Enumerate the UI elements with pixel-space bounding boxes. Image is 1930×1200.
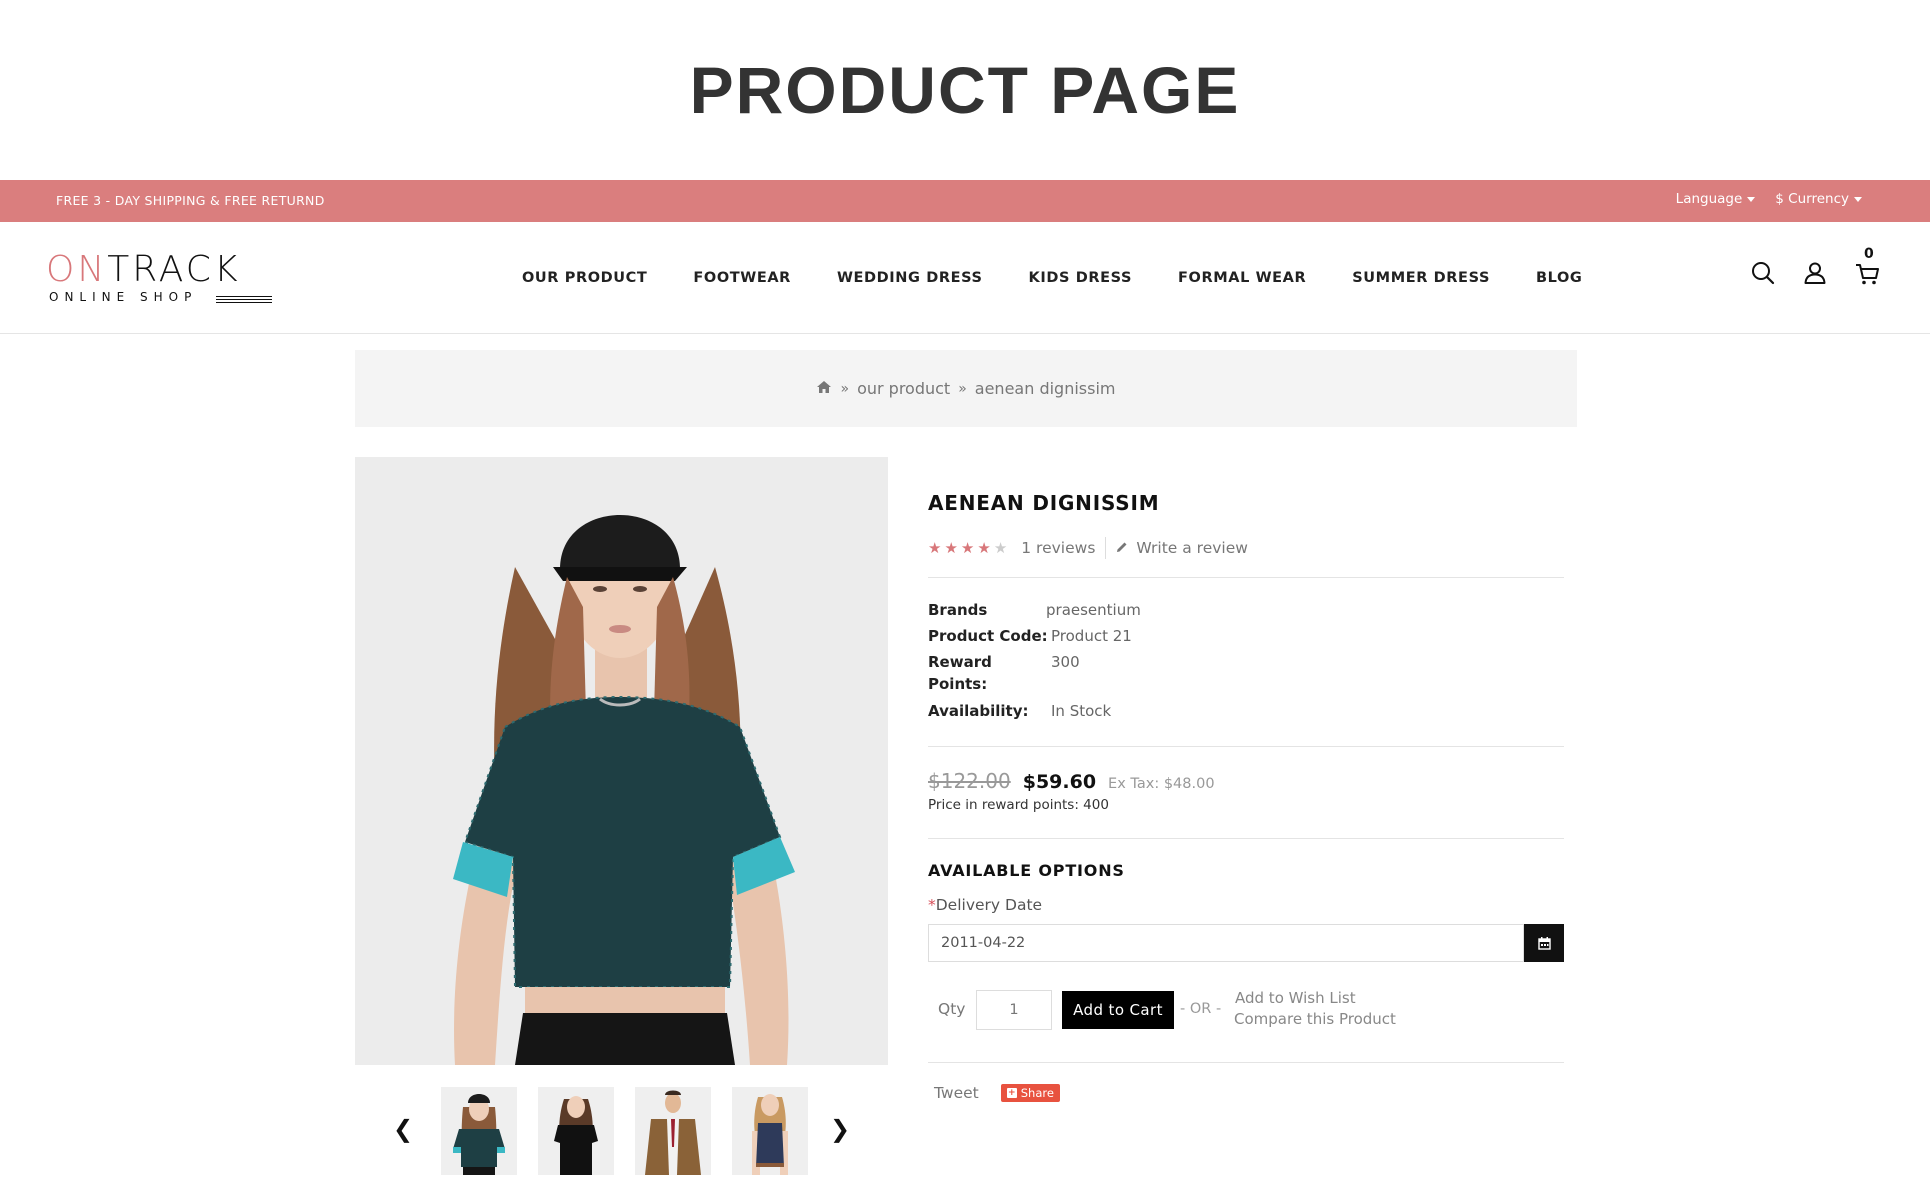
nav-summer-dress[interactable]: SUMMER DRESS: [1352, 270, 1490, 286]
reward-points-price: Price in reward points: 400: [928, 797, 1109, 813]
reward-label-line2: Points:: [928, 675, 988, 693]
nav-blog[interactable]: BLOG: [1536, 270, 1582, 286]
purchase-row: Qty Add to Cart - OR - Add to Wish List …: [928, 989, 1564, 1030]
cart-count-badge: 0: [1864, 246, 1874, 262]
nav-our-product[interactable]: OUR PRODUCT: [522, 270, 647, 286]
tweet-button[interactable]: Tweet: [934, 1084, 979, 1102]
calendar-icon: [1537, 936, 1551, 950]
product-title: AENEAN DIGNISSIM: [928, 491, 1160, 515]
breadcrumb: » our product » aenean dignissim: [355, 350, 1577, 427]
write-review-link[interactable]: Write a review: [1136, 539, 1248, 557]
add-to-wishlist-link[interactable]: Add to Wish List: [1235, 989, 1356, 1007]
compare-product-link[interactable]: Compare this Product: [1234, 1010, 1396, 1028]
language-dropdown[interactable]: Language: [1676, 191, 1756, 207]
site-header: ONTRACK ONLINE SHOP OUR PRODUCT FOOTWEAR…: [0, 222, 1930, 334]
divider: [928, 577, 1564, 578]
availability-label: Availability:: [928, 702, 1029, 720]
current-price: $59.60: [1022, 771, 1097, 793]
or-separator: - OR -: [1180, 1001, 1222, 1017]
topbar-dropdowns: Language $ Currency: [1676, 191, 1862, 207]
nav-kids-dress[interactable]: KIDS DRESS: [1029, 270, 1133, 286]
site-logo[interactable]: ONTRACK ONLINE SHOP: [46, 252, 276, 304]
product-code-label: Product Code:: [928, 627, 1048, 645]
delivery-date-input[interactable]: [928, 924, 1524, 962]
delivery-date-label: *Delivery Date: [928, 896, 1043, 914]
star-icon: ★: [960, 539, 975, 557]
reward-label-line1: Reward: [928, 653, 992, 671]
rating-row: ★ ★ ★ ★ ★ 1 reviews Write a review: [928, 537, 1248, 559]
options-heading: AVAILABLE OPTIONS: [928, 861, 1125, 880]
required-marker: *: [928, 896, 936, 914]
logo-speed-lines: [216, 296, 272, 305]
chevron-left-icon[interactable]: ❮: [393, 1115, 413, 1143]
product-code-value: Product 21: [1051, 627, 1132, 645]
shipping-promo: FREE 3 - DAY SHIPPING & FREE RETURND: [56, 193, 325, 208]
product-main-image[interactable]: [355, 457, 888, 1065]
pencil-icon: [1116, 539, 1128, 557]
price-row: $122.00 $59.60 Ex Tax: $48.00: [928, 769, 1215, 793]
logo-wordmark: ONTRACK: [46, 249, 241, 290]
page-banner-title: PRODUCT PAGE: [689, 53, 1241, 127]
reviews-count-link[interactable]: 1 reviews: [1021, 539, 1095, 557]
star-icon: ★: [977, 539, 991, 557]
cart-icon[interactable]: 0: [1854, 246, 1880, 286]
breadcrumb-separator-icon: »: [840, 380, 850, 397]
nav-wedding-dress[interactable]: WEDDING DRESS: [837, 270, 983, 286]
currency-dropdown[interactable]: $ Currency: [1775, 191, 1862, 207]
star-rating: ★ ★ ★ ★ ★: [928, 539, 1007, 557]
availability-value: In Stock: [1051, 702, 1112, 720]
divider: [928, 746, 1564, 747]
user-icon[interactable]: [1802, 260, 1828, 286]
quantity-input[interactable]: [976, 990, 1052, 1030]
home-icon[interactable]: [816, 379, 832, 398]
header-icons: 0: [1750, 246, 1880, 286]
nav-formal-wear[interactable]: FORMAL WEAR: [1178, 270, 1306, 286]
brand-label: Brands: [928, 601, 988, 619]
share-label: Share: [1020, 1086, 1054, 1100]
share-button[interactable]: + Share: [1000, 1084, 1060, 1102]
old-price: $122.00: [928, 769, 1011, 793]
breadcrumb-separator-icon: »: [958, 380, 967, 397]
nav-footwear[interactable]: FOOTWEAR: [693, 270, 791, 286]
chevron-right-icon[interactable]: ❯: [830, 1115, 850, 1143]
plus-icon: +: [1006, 1088, 1017, 1098]
caret-down-icon: [1747, 196, 1756, 202]
reward-points-value: 300: [1051, 653, 1080, 671]
qty-label: Qty: [938, 1000, 966, 1018]
social-share: Tweet + Share: [934, 1084, 1060, 1102]
main-nav: OUR PRODUCT FOOTWEAR WEDDING DRESS KIDS …: [522, 270, 1582, 286]
add-to-cart-button[interactable]: Add to Cart: [1062, 991, 1174, 1029]
ex-tax-price: Ex Tax: $48.00: [1108, 776, 1215, 792]
thumbnail-2[interactable]: [538, 1087, 614, 1175]
divider: [1105, 537, 1107, 559]
star-icon: ★: [944, 539, 958, 557]
thumbnail-1[interactable]: [441, 1087, 517, 1175]
thumbnail-carousel: ❮ ❯: [355, 1087, 888, 1175]
divider: [928, 1062, 1564, 1063]
thumbnail-4[interactable]: [732, 1087, 808, 1175]
search-icon[interactable]: [1750, 260, 1776, 286]
top-bar: FREE 3 - DAY SHIPPING & FREE RETURND Lan…: [0, 180, 1930, 222]
caret-down-icon: [1854, 196, 1862, 202]
star-icon: ★: [993, 539, 1008, 557]
divider: [928, 838, 1564, 839]
language-label: Language: [1675, 191, 1743, 207]
breadcrumb-item-our-product[interactable]: our product: [857, 379, 950, 398]
brand-link[interactable]: praesentium: [1046, 601, 1141, 619]
star-icon: ★: [928, 539, 942, 557]
calendar-button[interactable]: [1524, 924, 1564, 962]
thumbnail-3[interactable]: [635, 1087, 711, 1175]
breadcrumb-item-current[interactable]: aenean dignissim: [975, 379, 1116, 398]
currency-label: $ Currency: [1775, 191, 1849, 207]
